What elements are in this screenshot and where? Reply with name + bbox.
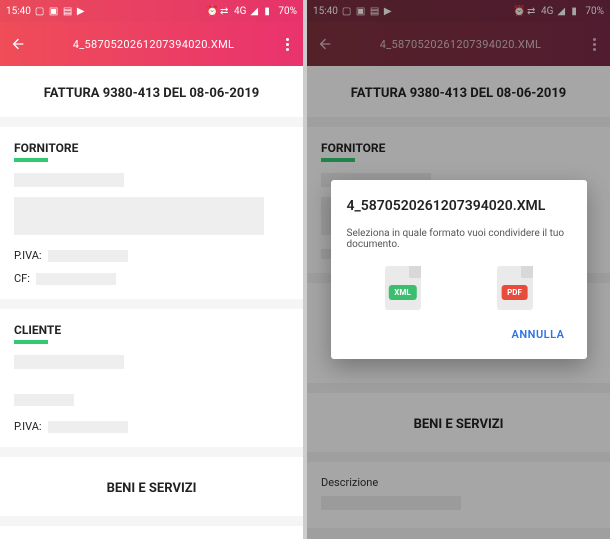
signal-icon: ◢: [250, 6, 260, 16]
fornitore-card: FORNITORE P.IVA: CF:: [0, 127, 303, 299]
redacted-address: [14, 197, 264, 235]
redacted-cf: [36, 273, 116, 285]
screenshot-right: 15:40 ▢ ▣ ▤ ▶ ⏰ ⇄ 4G ◢ ▮ 70% 4_587052026…: [307, 0, 610, 539]
redacted-name: [14, 173, 124, 187]
share-dialog: 4_5870520261207394020.XML Seleziona in q…: [331, 180, 587, 359]
redacted-piva: [48, 250, 128, 262]
dialog-subtitle: Seleziona in quale formato vuoi condivid…: [347, 228, 571, 250]
pdf-file-icon: PDF: [497, 266, 533, 310]
alarm-icon: ⏰: [206, 6, 216, 16]
xml-file-icon: XML: [385, 266, 421, 310]
appbar-title: 4_5870520261207394020.XML: [28, 38, 279, 51]
dialog-scrim[interactable]: 4_5870520261207394020.XML Seleziona in q…: [307, 0, 610, 539]
cf-field: CF:: [14, 272, 289, 285]
volte-icon: ⇄: [220, 6, 230, 16]
play-icon: ▶: [77, 6, 87, 16]
cliente-piva-label: P.IVA:: [14, 420, 42, 433]
section-underline: [14, 340, 48, 344]
status-bar: 15:40 ▢ ▣ ▤ ▶ ⏰ ⇄ 4G ◢ ▮ 70%: [0, 0, 303, 22]
xml-tag: XML: [388, 285, 416, 300]
section-underline: [14, 158, 48, 162]
xml-option[interactable]: XML: [385, 266, 421, 310]
app-bar: 4_5870520261207394020.XML: [0, 22, 303, 66]
dialog-title: 4_5870520261207394020.XML: [347, 198, 571, 214]
network-type: 4G: [234, 6, 246, 17]
redacted-cliente-piva: [48, 421, 128, 433]
content-scroll[interactable]: FATTURA 9380-413 DEL 08-06-2019 FORNITOR…: [0, 66, 303, 539]
cf-label: CF:: [14, 272, 30, 285]
beni-heading: BENI E SERVIZI: [0, 457, 303, 516]
arrow-left-icon: [10, 36, 26, 52]
piva-field: P.IVA:: [14, 249, 289, 262]
cliente-heading: CLIENTE: [14, 323, 289, 337]
pdf-option[interactable]: PDF: [497, 266, 533, 310]
cast-icon: ▤: [63, 6, 73, 16]
battery-icon: ▮: [264, 6, 274, 16]
back-button[interactable]: [8, 34, 28, 54]
cancel-button[interactable]: ANNULLA: [506, 320, 571, 349]
piva-label: P.IVA:: [14, 249, 42, 262]
descrizione-card: Descrizione: [0, 526, 303, 539]
pdf-tag: PDF: [501, 285, 528, 300]
screenshot-icon: ▣: [49, 6, 59, 16]
fornitore-heading: FORNITORE: [14, 141, 289, 155]
redacted-client-name: [14, 355, 124, 369]
image-icon: ▢: [35, 6, 45, 16]
clock: 15:40: [6, 6, 31, 17]
screenshot-left: 15:40 ▢ ▣ ▤ ▶ ⏰ ⇄ 4G ◢ ▮ 70% 4_587052026…: [0, 0, 303, 539]
redacted-cap: [14, 394, 74, 406]
overflow-menu-button[interactable]: [279, 38, 295, 51]
invoice-title: FATTURA 9380-413 DEL 08-06-2019: [0, 66, 303, 117]
cliente-card: CLIENTE P.IVA:: [0, 309, 303, 447]
battery-pct: 70%: [278, 6, 297, 17]
cliente-piva-field: P.IVA:: [14, 420, 289, 433]
format-options: XML PDF: [347, 266, 571, 310]
